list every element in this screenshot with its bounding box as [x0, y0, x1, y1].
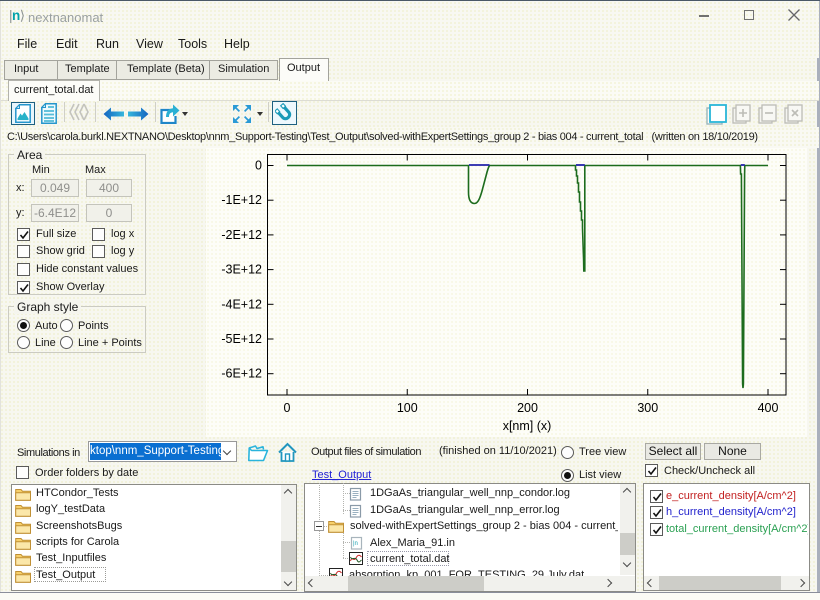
- svg-text:-1E+12: -1E+12: [221, 193, 262, 207]
- svg-text:300: 300: [637, 401, 658, 415]
- svg-text:100: 100: [397, 401, 418, 415]
- svg-text:-4E+12: -4E+12: [221, 297, 262, 311]
- svg-text:-6E+12: -6E+12: [221, 367, 262, 381]
- svg-text:0: 0: [255, 159, 262, 173]
- svg-text:200: 200: [517, 401, 538, 415]
- svg-text:0: 0: [284, 401, 291, 415]
- svg-text:x[nm] (x): x[nm] (x): [503, 419, 552, 433]
- svg-text:-3E+12: -3E+12: [221, 263, 262, 277]
- svg-text:|n: |n: [353, 541, 358, 547]
- svg-text:-2E+12: -2E+12: [221, 228, 262, 242]
- svg-text:400: 400: [758, 401, 779, 415]
- svg-text:-5E+12: -5E+12: [221, 332, 262, 346]
